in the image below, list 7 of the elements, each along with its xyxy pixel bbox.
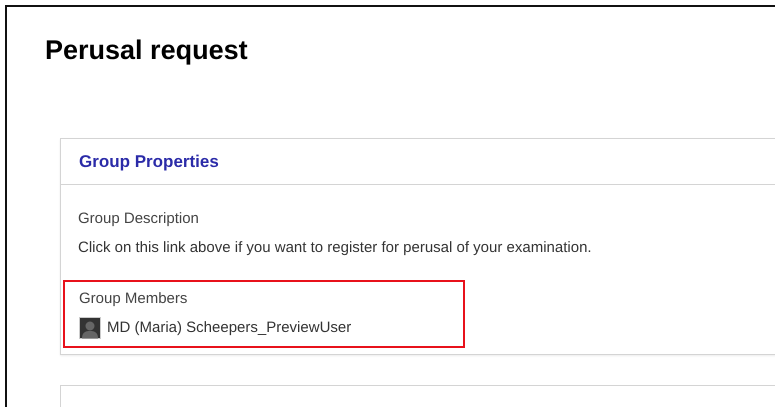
- description-text: Click on this link above if you want to register for perusal of your examination.: [78, 238, 592, 258]
- member-name: MD (Maria) Scheepers_PreviewUser: [107, 318, 352, 338]
- card-heading-link[interactable]: Group Properties: [79, 152, 219, 172]
- page-title: Perusal request: [45, 34, 248, 66]
- avatar-icon: [79, 317, 101, 339]
- members-label: Group Members: [79, 289, 188, 309]
- description-label: Group Description: [78, 209, 199, 229]
